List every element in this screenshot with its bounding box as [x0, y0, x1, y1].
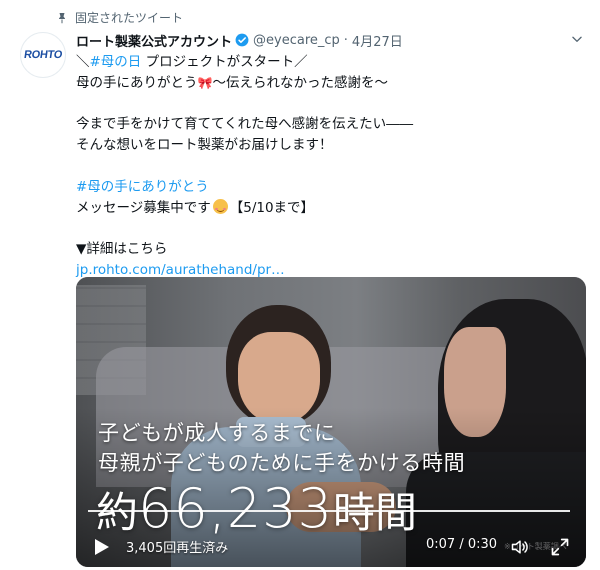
text-fragment: ～伝えられなかった感謝を～	[212, 74, 388, 91]
verified-badge-icon	[235, 33, 249, 47]
tweet-line: メッセージ募集中です 【5/10まで】	[76, 198, 576, 219]
avatar[interactable]: ROHTO	[20, 32, 66, 78]
fullscreen-icon[interactable]	[550, 537, 570, 557]
volume-icon[interactable]	[510, 537, 530, 557]
text-fragment: ＼	[76, 54, 90, 70]
details-link[interactable]: jp.rohto.com/aurathehand/pr…	[76, 262, 285, 278]
strike-line	[88, 510, 570, 512]
tweet-line: ▼詳細はこちら	[76, 241, 168, 258]
pinned-text: 固定されたツイート	[75, 11, 184, 25]
tweet-line: 母の手にありがとう🎀～伝えられなかった感謝を～	[76, 73, 576, 94]
tweet-line: #母の手にありがとう	[76, 177, 576, 198]
hashtag-link[interactable]: #母の日	[90, 54, 142, 70]
tweet-line: そんな想いをロート製薬がお届けします！	[76, 137, 333, 154]
video-caption: 母親が子どものために手をかける時間	[98, 451, 466, 475]
play-icon[interactable]	[94, 538, 110, 556]
tweet-line: 今まで手をかけて育ててくれた母へ感謝を伝えたい――	[76, 116, 414, 133]
text-fragment: プロジェクトがスタート／	[141, 54, 308, 70]
tweet-date[interactable]: 4月27日	[352, 31, 403, 50]
text-fragment: 【5/10まで】	[229, 199, 315, 216]
chevron-down-icon[interactable]	[570, 32, 584, 46]
account-name[interactable]: ロート製薬公式アカウント	[76, 31, 232, 50]
tweet-line: ＼#母の日 プロジェクトがスタート／	[76, 52, 576, 73]
pinned-tweet-label: 固定されたツイート	[56, 9, 183, 26]
account-handle[interactable]: @eyecare_cp	[253, 33, 340, 48]
separator-dot: ·	[343, 32, 348, 48]
video-caption: 子どもが成人するまでに	[98, 421, 336, 445]
view-count: 3,405回再生済み	[126, 541, 229, 556]
video-player[interactable]: 子どもが成人するまでに 母親が子どものために手をかける時間 約66,233時間 …	[76, 277, 586, 567]
video-time: 0:07 / 0:30	[426, 537, 498, 552]
text-fragment: 母の手にありがとう	[76, 74, 198, 91]
tweet-header: ロート製薬公式アカウント @eyecare_cp · 4月27日	[76, 30, 403, 50]
avatar-logo-text: ROHTO	[23, 49, 63, 61]
text-fragment: メッセージ募集中です	[76, 199, 211, 216]
pin-icon	[59, 12, 65, 23]
hashtag-link[interactable]: #母の手にありがとう	[76, 179, 209, 195]
ribbon-emoji: 🎀	[197, 75, 213, 90]
video-controls: 3,405回再生済み 0:07 / 0:30	[76, 527, 586, 567]
tweet-text: ＼#母の日 プロジェクトがスタート／ 母の手にありがとう🎀～伝えられなかった感謝…	[76, 52, 576, 281]
smiling-face-emoji-icon	[212, 198, 228, 214]
